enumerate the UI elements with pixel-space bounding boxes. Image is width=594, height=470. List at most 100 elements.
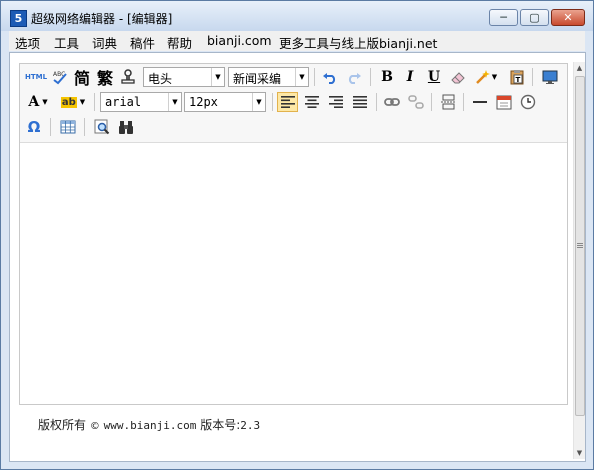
editor-toolbar: HTML ABC 简 繁 电头 ▼ 新闻采编 ▼ B I U ▼ T A ▼ a… [20, 64, 567, 143]
toolbar-separator [314, 68, 315, 86]
align-left-button[interactable] [277, 92, 298, 112]
redo-icon [348, 73, 361, 84]
toolbar-separator [50, 118, 51, 136]
simplified-chinese-button[interactable]: 简 [72, 67, 92, 88]
rich-text-editor-body[interactable] [20, 143, 567, 404]
page-break-button[interactable] [438, 92, 458, 112]
chevron-down-icon: ▼ [168, 93, 181, 111]
search-replace-button[interactable] [92, 117, 112, 137]
copyright-label: 版权所有 [38, 418, 87, 432]
search-icon [94, 119, 110, 135]
redo-button[interactable] [344, 67, 364, 87]
grip-line [577, 245, 583, 246]
title-bar[interactable]: 5 超级网络编辑器 - [编辑器] ─ ▢ ✕ [1, 1, 593, 31]
chevron-down-icon: ▼ [79, 98, 86, 106]
menu-help[interactable]: 帮助 [167, 33, 192, 52]
html-icon: HTML [24, 73, 48, 81]
app-logo-icon: 5 [10, 10, 27, 27]
align-justify-button[interactable] [349, 92, 370, 112]
scroll-thumb[interactable] [575, 76, 585, 416]
chevron-down-icon: ▼ [42, 98, 48, 106]
insert-time-button[interactable] [518, 92, 538, 112]
bold-button[interactable]: B [377, 67, 397, 87]
align-justify-icon [352, 96, 367, 108]
unlink-button[interactable] [406, 92, 426, 112]
align-right-icon [328, 96, 343, 108]
insert-date-button[interactable] [494, 92, 514, 112]
italic-label: I [406, 69, 414, 85]
menu-more-tools[interactable]: 更多工具与线上版bianji.net [279, 33, 437, 52]
spellcheck-button[interactable]: ABC [50, 67, 70, 87]
font-family-select[interactable]: arial ▼ [100, 92, 182, 112]
scroll-up-icon[interactable]: ▲ [574, 62, 585, 74]
status-bar [9, 462, 586, 470]
scroll-down-icon[interactable]: ▼ [574, 447, 585, 459]
align-left-icon [280, 96, 295, 108]
traditional-chinese-button[interactable]: 繁 [95, 67, 115, 88]
preview-button[interactable] [540, 67, 560, 87]
font-family-value: arial [105, 95, 142, 109]
font-color-button[interactable]: A ▼ [24, 92, 52, 112]
magic-wand-button[interactable]: ▼ [472, 67, 500, 87]
simplified-label: 简 [73, 69, 90, 88]
insert-link-button[interactable] [382, 92, 402, 112]
magic-wand-icon [475, 70, 490, 84]
special-char-button[interactable]: Ω [24, 117, 44, 137]
font-size-value: 12px [189, 95, 218, 109]
html-source-button[interactable]: HTML [24, 67, 48, 87]
toolbar-separator [431, 93, 432, 111]
binoculars-icon [119, 121, 133, 134]
headline-select[interactable]: 电头 ▼ [143, 67, 225, 87]
toolbar-separator [84, 118, 85, 136]
undo-icon [323, 73, 336, 84]
menu-bar: 选项 工具 词典 稿件 帮助 bianji.com 更多工具与线上版bianji… [9, 31, 585, 51]
chevron-down-icon: ▼ [491, 73, 498, 81]
highlight-icon: ab [60, 96, 77, 108]
monitor-icon [542, 70, 558, 84]
font-color-icon: A [28, 94, 40, 110]
table-icon [60, 120, 76, 134]
copyright-symbol: © [89, 421, 100, 432]
horizontal-rule-icon [473, 101, 487, 103]
menu-bianji-com[interactable]: bianji.com [207, 33, 272, 48]
maximize-button[interactable]: ▢ [520, 9, 549, 26]
copyright-footer: 版权所有 © www.bianji.com 版本号:2.3 [38, 416, 260, 433]
editor-frame: HTML ABC 简 繁 电头 ▼ 新闻采编 ▼ B I U ▼ T A ▼ a… [19, 63, 568, 405]
unlink-icon [408, 95, 424, 109]
vertical-scrollbar[interactable]: ▲ ▼ [573, 62, 585, 459]
minimize-button[interactable]: ─ [489, 9, 518, 26]
menu-options[interactable]: 选项 [15, 33, 40, 52]
close-icon: ✕ [563, 11, 573, 24]
app-window: 5 超级网络编辑器 - [编辑器] ─ ▢ ✕ 选项 工具 词典 稿件 帮助 b… [0, 0, 594, 470]
highlight-color-button[interactable]: ab ▼ [57, 92, 89, 112]
close-button[interactable]: ✕ [551, 9, 585, 26]
toolbar-separator [376, 93, 377, 111]
italic-button[interactable]: I [400, 67, 420, 87]
align-right-button[interactable] [325, 92, 346, 112]
undo-button[interactable] [320, 67, 340, 87]
horizontal-rule-button[interactable] [470, 92, 490, 112]
paste-text-button[interactable]: T [507, 67, 527, 87]
grip-line [577, 247, 583, 248]
align-center-button[interactable] [301, 92, 322, 112]
eraser-button[interactable] [448, 67, 468, 87]
menu-tools[interactable]: 工具 [54, 33, 79, 52]
stamp-icon [121, 69, 135, 84]
menu-manuscript[interactable]: 稿件 [130, 33, 155, 52]
font-size-select[interactable]: 12px ▼ [184, 92, 266, 112]
stamp-button[interactable] [118, 67, 138, 87]
grip-line [577, 243, 583, 244]
underline-button[interactable]: U [424, 67, 444, 87]
toolbar-separator [272, 93, 273, 111]
chevron-down-icon: ▼ [211, 68, 224, 86]
align-center-icon [304, 96, 319, 108]
link-icon [384, 98, 400, 106]
insert-table-button[interactable] [58, 117, 78, 137]
page-break-icon [441, 94, 455, 110]
source-select[interactable]: 新闻采编 ▼ [228, 67, 309, 87]
underline-label: U [427, 69, 441, 85]
menu-dictionary[interactable]: 词典 [92, 33, 117, 52]
window-title: 超级网络编辑器 - [编辑器] [31, 12, 173, 26]
find-button[interactable] [116, 117, 136, 137]
chevron-down-icon: ▼ [295, 68, 308, 86]
